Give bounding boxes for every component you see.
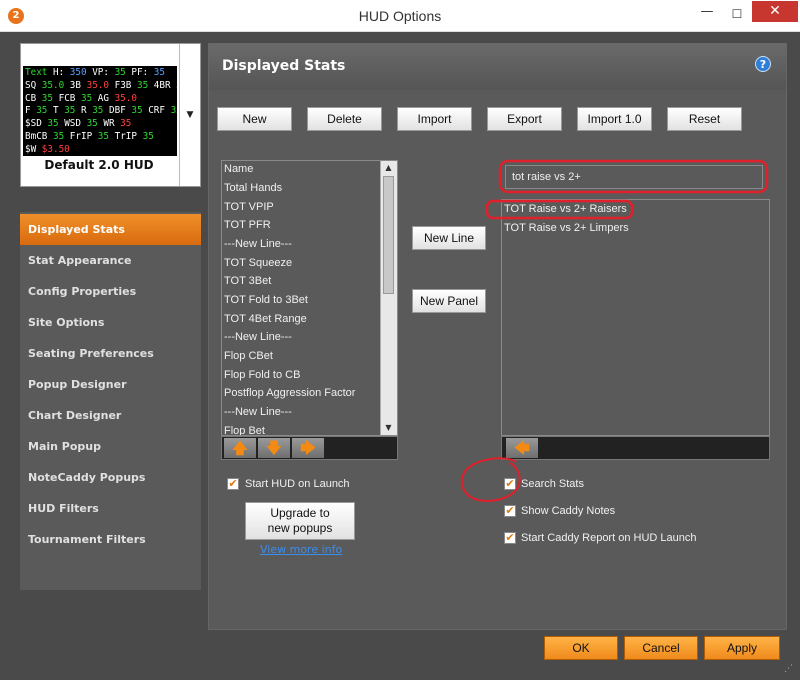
cancel-button[interactable]: Cancel [624, 636, 698, 660]
checkbox-circle-annotation [460, 457, 521, 502]
search-highlight-annotation [498, 159, 769, 194]
red-annotation-overlay [460, 159, 769, 502]
resize-grip-icon[interactable]: ⋰ [784, 664, 798, 678]
ok-button[interactable]: OK [544, 636, 618, 660]
result-highlight-annotation [485, 199, 634, 220]
apply-button[interactable]: Apply [704, 636, 780, 660]
